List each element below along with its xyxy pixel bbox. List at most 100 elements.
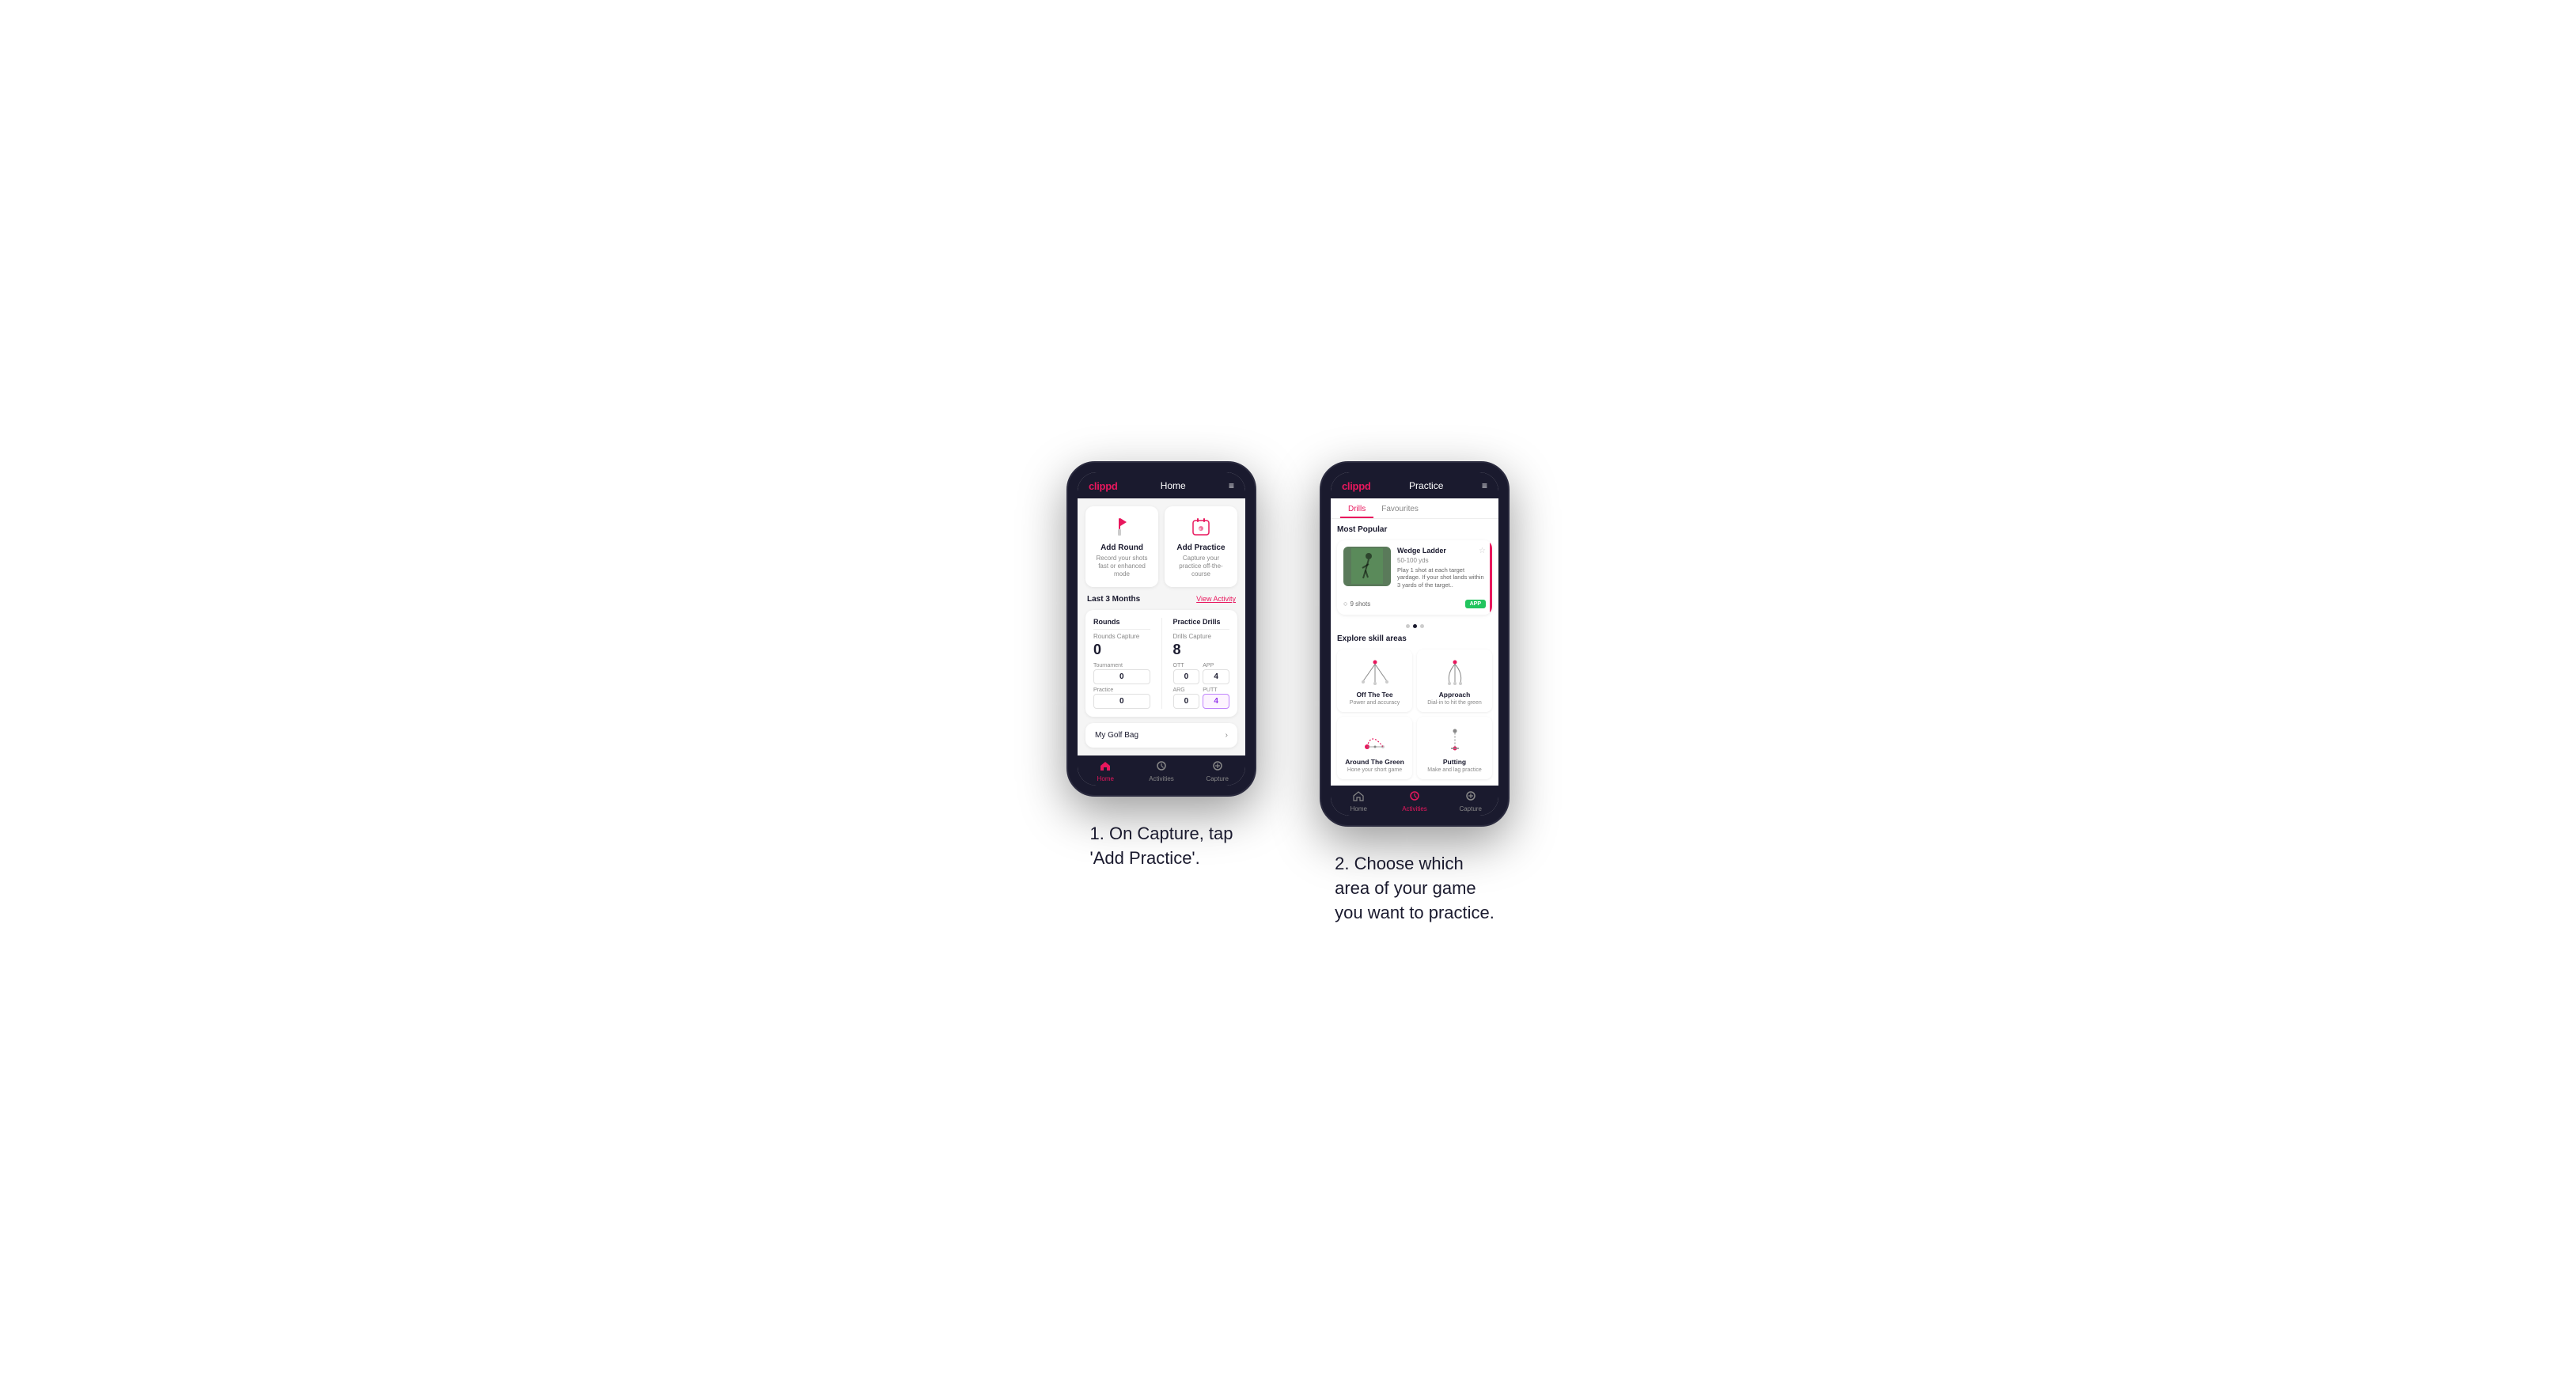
phone1-section: clippd Home ≡ [1066,461,1256,871]
caption2: 2. Choose which area of your game you wa… [1335,852,1494,925]
add-practice-title: Add Practice [1176,543,1225,552]
nav2-home-label: Home [1351,805,1367,812]
add-practice-card[interactable]: + Add Practice Capture your practice off… [1165,506,1237,587]
add-round-icon [1109,514,1135,540]
shots-icon: ○ [1343,600,1347,608]
atg-diagram [1355,723,1395,755]
featured-text: Wedge Ladder ☆ 50-100 yds Play 1 shot at… [1397,547,1486,589]
skill-card-approach[interactable]: Approach Dial-in to hit the green [1417,649,1492,712]
most-popular-title: Most Popular [1337,525,1492,534]
nav2-home[interactable]: Home [1331,790,1387,812]
arg-label: ARG [1173,687,1200,693]
tournament-box: 0 [1093,669,1150,684]
dot-2[interactable] [1413,624,1417,628]
nav-home[interactable]: Home [1078,760,1134,782]
drills-capture-value: 8 [1173,642,1230,658]
capture-icon [1212,760,1223,774]
arg-value: 0 [1177,697,1196,706]
arg-box: 0 [1173,694,1200,709]
rounds-capture-value: 0 [1093,642,1150,658]
phone2-menu-icon[interactable]: ≡ [1482,480,1487,491]
phone1-title: Home [1161,480,1186,491]
nav2-activities[interactable]: Activities [1387,790,1443,812]
phone1-bottom-nav: Home Activities [1078,755,1245,786]
add-round-card[interactable]: Add Round Record your shots fast or enha… [1085,506,1158,587]
featured-desc: Play 1 shot at each target yardage. If y… [1397,566,1486,589]
phone1-logo: clippd [1089,480,1117,492]
action-cards-row: Add Round Record your shots fast or enha… [1085,506,1237,587]
phone1-header: clippd Home ≡ [1078,472,1245,498]
featured-img [1343,547,1391,586]
approach-diagram [1435,656,1475,687]
ott-title: Off The Tee [1356,691,1392,699]
putting-diagram [1435,723,1475,755]
featured-title-row: Wedge Ladder ☆ [1397,547,1486,555]
explore-title: Explore skill areas [1337,634,1492,643]
drills-sub-row1: OTT 0 APP 4 [1173,663,1230,684]
featured-yds: 50-100 yds [1397,557,1486,564]
dot-3[interactable] [1420,624,1424,628]
atg-title: Around The Green [1345,758,1404,766]
page-container: clippd Home ≡ [1066,461,1510,926]
ott-desc: Power and accuracy [1350,700,1400,706]
nav2-capture[interactable]: Capture [1442,790,1498,812]
practice-sub: Practice 0 [1093,687,1150,709]
home-icon [1100,760,1111,774]
skill-card-atg[interactable]: Around The Green Hone your short game [1337,717,1412,779]
star-icon[interactable]: ☆ [1479,547,1486,555]
chevron-right-icon: › [1225,731,1228,740]
phone1-menu-icon[interactable]: ≡ [1229,480,1234,491]
dots-row [1337,621,1492,631]
shots-info: ○ 9 shots [1343,600,1370,608]
app-badge: APP [1465,600,1486,608]
nav-activities[interactable]: Activities [1134,760,1190,782]
stats-card: Rounds Rounds Capture 0 Tournament 0 [1085,610,1237,717]
practice-value: 0 [1097,697,1146,706]
caption1: 1. On Capture, tap 'Add Practice'. [1090,822,1233,871]
drills-capture-label: Drills Capture [1173,633,1230,640]
practice-label: Practice [1093,687,1150,693]
putting-desc: Make and lag practice [1427,767,1481,773]
phone2-section: clippd Practice ≡ Drills Favourites [1320,461,1510,926]
skill-card-putting[interactable]: Putting Make and lag practice [1417,717,1492,779]
ott-sub: OTT 0 [1173,663,1200,684]
phone2-screen: clippd Practice ≡ Drills Favourites [1331,472,1498,816]
putt-box: 4 [1203,694,1229,709]
rounds-col: Rounds Rounds Capture 0 Tournament 0 [1093,618,1150,709]
rounds-sub-stats: Tournament 0 [1093,663,1150,684]
tournament-sub: Tournament 0 [1093,663,1150,684]
home2-icon [1353,790,1364,804]
rounds-capture-label: Rounds Capture [1093,633,1150,640]
golf-bag-label: My Golf Bag [1095,731,1138,740]
atg-desc: Hone your short game [1347,767,1402,773]
drills-sub-row2: ARG 0 PUTT 4 [1173,687,1230,709]
rounds-title: Rounds [1093,618,1150,630]
activities-icon [1156,760,1167,774]
putting-title: Putting [1443,758,1466,766]
golf-bag-row[interactable]: My Golf Bag › [1085,723,1237,748]
skill-card-ott[interactable]: Off The Tee Power and accuracy [1337,649,1412,712]
app-label: APP [1203,663,1229,668]
practice-tabs: Drills Favourites [1331,498,1498,519]
featured-title: Wedge Ladder [1397,547,1446,555]
skill-grid: Off The Tee Power and accuracy [1337,649,1492,779]
dot-1[interactable] [1406,624,1410,628]
practice-box: 0 [1093,694,1150,709]
phone1-screen: clippd Home ≡ [1078,472,1245,786]
phone2-title: Practice [1409,480,1443,491]
tab-drills[interactable]: Drills [1340,498,1373,518]
phone2: clippd Practice ≡ Drills Favourites [1320,461,1510,827]
stats-divider [1161,618,1162,709]
tab-favourites[interactable]: Favourites [1373,498,1426,518]
nav-capture[interactable]: Capture [1189,760,1245,782]
featured-card[interactable]: Wedge Ladder ☆ 50-100 yds Play 1 shot at… [1337,540,1492,615]
accent-bar [1490,540,1492,615]
add-round-desc: Record your shots fast or enhanced mode [1092,555,1152,579]
putt-sub: PUTT 4 [1203,687,1229,709]
practice-body: Most Popular [1331,519,1498,786]
add-practice-icon: + [1188,514,1214,540]
putt-value: 4 [1207,697,1225,706]
view-activity-link[interactable]: View Activity [1196,595,1236,603]
nav2-capture-label: Capture [1459,805,1481,812]
app-value: 4 [1207,672,1225,681]
